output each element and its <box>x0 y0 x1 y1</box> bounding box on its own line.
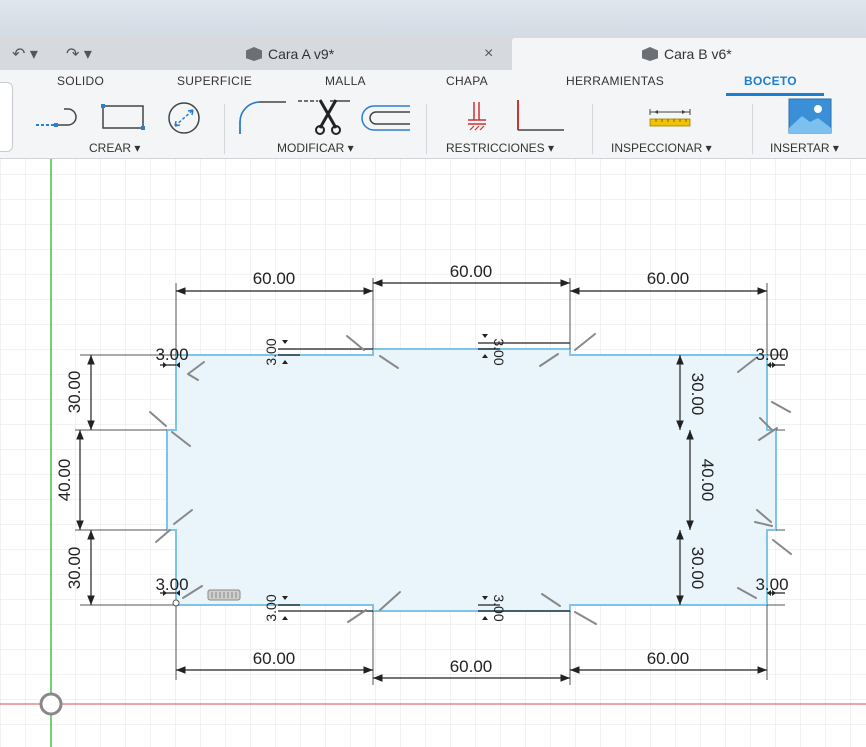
group-inspeccionar[interactable]: INSPECCIONAR ▾ <box>611 141 712 155</box>
tab-cara-b[interactable]: Cara B v6* <box>512 38 866 70</box>
active-tab-indicator <box>726 93 824 96</box>
circle-icon[interactable] <box>162 100 208 136</box>
group-insertar[interactable]: INSERTAR ▾ <box>770 141 839 155</box>
dim-bottom-2[interactable]: 60.00 <box>450 657 493 676</box>
dim-small-bottom-left[interactable]: 3.00 <box>155 575 188 594</box>
undo-button[interactable]: ↶ ▾ <box>12 44 38 64</box>
dim-right-2[interactable]: 40.00 <box>698 459 717 502</box>
tab-cara-b-label: Cara B v6* <box>664 46 732 62</box>
line-icon[interactable] <box>34 104 86 130</box>
origin-icon[interactable] <box>39 692 63 716</box>
offset-icon[interactable] <box>360 104 412 132</box>
tab-cara-a[interactable]: Cara A v9* × <box>120 38 510 70</box>
rectangle-icon[interactable] <box>100 102 146 132</box>
dim-bottom-3[interactable]: 60.00 <box>647 649 690 668</box>
group-crear[interactable]: CREAR ▾ <box>89 141 140 155</box>
dim-top-1[interactable]: 60.00 <box>253 269 296 288</box>
dim-top-3[interactable]: 60.00 <box>647 269 690 288</box>
tab-herramientas[interactable]: HERRAMIENTAS <box>566 74 664 88</box>
dim-small-top-left[interactable]: 3.00 <box>155 345 188 364</box>
tab-solido[interactable]: SOLIDO <box>57 74 104 88</box>
group-separator <box>224 104 225 154</box>
group-separator <box>752 104 753 154</box>
browser-panel-handle[interactable] <box>0 82 13 152</box>
tab-chapa[interactable]: CHAPA <box>446 74 488 88</box>
fillet-icon[interactable] <box>236 98 288 136</box>
tab-boceto[interactable]: BOCETO <box>744 74 797 88</box>
insert-image-icon[interactable] <box>788 98 832 134</box>
component-icon <box>642 47 658 61</box>
dim-right-3[interactable]: 30.00 <box>688 547 707 590</box>
group-modificar[interactable]: MODIFICAR ▾ <box>277 141 354 155</box>
dim-left-1[interactable]: 30.00 <box>65 371 84 414</box>
dim-notch-bottom-1[interactable]: 3.00 <box>263 594 279 621</box>
sketch-canvas[interactable]: 60.00 60.00 60.00 60.00 60.00 60.00 30.0… <box>0 159 866 747</box>
dim-left-2[interactable]: 40.00 <box>55 459 74 502</box>
dim-notch-top-2[interactable]: 3.00 <box>491 338 507 365</box>
group-separator <box>426 104 427 154</box>
tab-cara-a-label: Cara A v9* <box>268 46 335 62</box>
title-bar <box>0 0 866 36</box>
perpendicular-icon[interactable] <box>512 98 566 136</box>
dim-bottom-1[interactable]: 60.00 <box>253 649 296 668</box>
trim-icon[interactable] <box>296 98 352 136</box>
group-restricciones[interactable]: RESTRICCIONES ▾ <box>446 141 554 155</box>
group-separator <box>592 104 593 154</box>
dim-left-3[interactable]: 30.00 <box>65 547 84 590</box>
component-icon <box>246 47 262 61</box>
line-midpoint-icon <box>207 589 241 601</box>
close-tab-icon[interactable]: × <box>484 45 493 63</box>
dim-notch-top-1[interactable]: 3.00 <box>263 338 279 365</box>
coincident-icon[interactable] <box>466 100 488 134</box>
sketch-point[interactable] <box>172 599 180 607</box>
measure-icon[interactable] <box>648 108 692 128</box>
tab-superficie[interactable]: SUPERFICIE <box>177 74 252 88</box>
dim-notch-bottom-2[interactable]: 3.00 <box>491 594 507 621</box>
dim-right-1[interactable]: 30.00 <box>688 373 707 416</box>
dim-small-bottom-right[interactable]: 3.00 <box>755 575 788 594</box>
sketch-profile[interactable] <box>166 348 777 612</box>
tab-malla[interactable]: MALLA <box>325 74 366 88</box>
dim-top-2[interactable]: 60.00 <box>450 262 493 281</box>
redo-button[interactable]: ↷ ▾ <box>66 44 92 64</box>
dim-small-top-right[interactable]: 3.00 <box>755 345 788 364</box>
